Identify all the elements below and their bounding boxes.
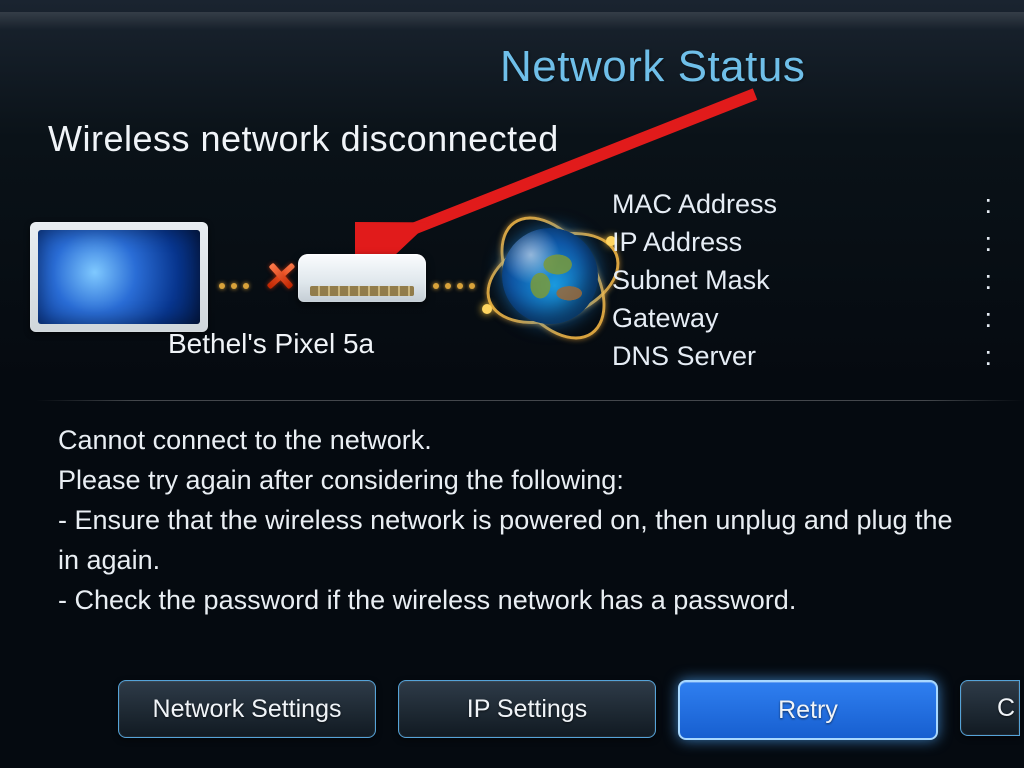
ip-settings-button[interactable]: IP Settings <box>398 680 656 738</box>
router-ssid-label: Bethel's Pixel 5a <box>168 328 374 360</box>
network-status-screen: Network Status Wireless network disconne… <box>0 0 1024 768</box>
internet-globe-icon <box>480 206 620 346</box>
annotation-label: Network Status <box>500 42 805 92</box>
link-router-internet <box>430 276 478 282</box>
retry-button[interactable]: Retry <box>678 680 938 740</box>
info-label: MAC Address <box>612 185 872 223</box>
disconnected-x-icon <box>265 262 296 290</box>
info-value: : <box>872 223 992 261</box>
network-settings-button[interactable]: Network Settings <box>118 680 376 738</box>
router-icon <box>298 254 426 302</box>
info-row-dns: DNS Server : <box>612 337 992 375</box>
divider <box>36 400 1024 401</box>
info-row-ip: IP Address : <box>612 223 992 261</box>
info-value: : <box>872 337 992 375</box>
info-row-subnet: Subnet Mask : <box>612 261 992 299</box>
tv-icon <box>30 222 208 332</box>
info-label: IP Address <box>612 223 872 261</box>
info-value: : <box>872 299 992 337</box>
info-value: : <box>872 185 992 223</box>
network-info-table: MAC Address : IP Address : Subnet Mask :… <box>612 185 992 375</box>
info-value: : <box>872 261 992 299</box>
close-button[interactable]: C <box>960 680 1020 736</box>
info-label: Gateway <box>612 299 872 337</box>
info-label: Subnet Mask <box>612 261 872 299</box>
info-row-gateway: Gateway : <box>612 299 992 337</box>
link-tv-router <box>216 276 252 282</box>
button-bar: Network Settings IP Settings Retry C <box>118 680 1020 740</box>
page-title: Wireless network disconnected <box>48 118 559 160</box>
info-label: DNS Server <box>612 337 872 375</box>
info-row-mac: MAC Address : <box>612 185 992 223</box>
error-message: Cannot connect to the network. Please tr… <box>58 420 1014 620</box>
